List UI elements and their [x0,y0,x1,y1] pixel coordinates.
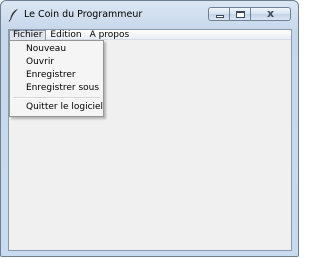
application-window: Le Coin du Programmeur x Fichier Edition… [0,0,299,257]
menu-item-enregistrer-sous[interactable]: Enregistrer sous [26,83,99,93]
menu-edition[interactable]: Edition [46,30,85,41]
menu-item-enregistrer[interactable]: Enregistrer [26,70,76,80]
minimize-icon [216,15,224,18]
close-icon: x [266,7,275,20]
file-dropdown-menu: Nouveau Ouvrir Enregistrer Enregistrer s… [9,40,104,117]
menu-bar: Fichier Edition A propos [9,29,291,41]
window-title: Le Coin du Programmeur [24,9,143,20]
minimize-button[interactable] [208,7,230,21]
maximize-icon [236,11,245,18]
menu-item-nouveau[interactable]: Nouveau [26,44,66,54]
maximize-button[interactable] [230,7,251,21]
window-controls: x [208,7,291,23]
menu-a-propos[interactable]: A propos [86,30,134,41]
menu-separator [13,97,100,99]
close-button[interactable]: x [251,7,291,21]
client-area: Fichier Edition A propos Nouveau Ouvrir … [8,29,292,251]
feather-quill-icon [8,9,18,22]
menu-item-ouvrir[interactable]: Ouvrir [26,57,54,67]
title-bar[interactable]: Le Coin du Programmeur x [1,1,298,29]
menu-fichier[interactable]: Fichier [9,29,47,41]
menu-item-quitter[interactable]: Quitter le logiciel [26,102,103,112]
